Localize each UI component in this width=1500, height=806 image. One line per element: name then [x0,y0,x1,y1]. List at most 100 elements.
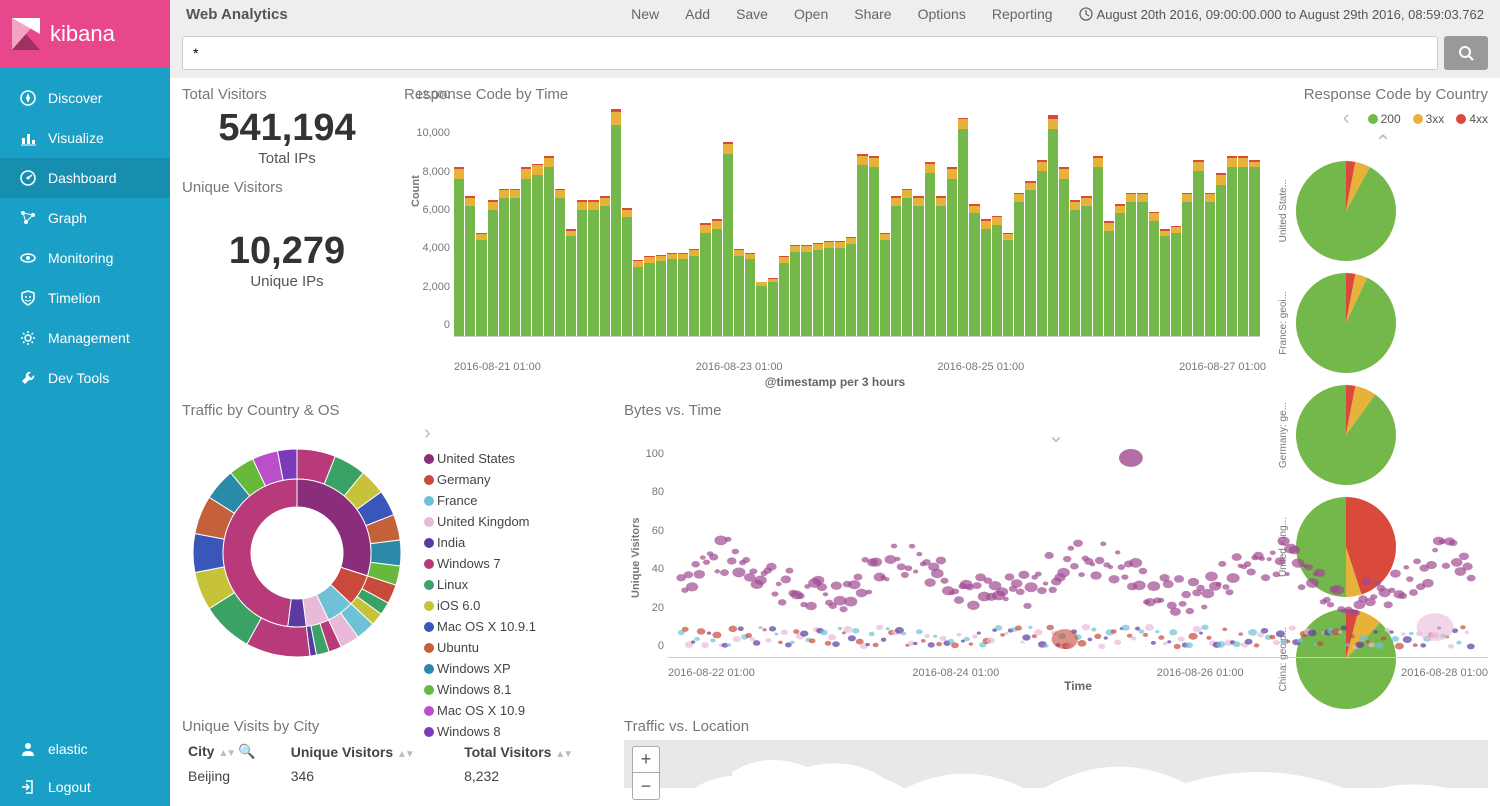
unique-visitors-title: Unique Visitors [182,179,392,196]
search-input[interactable] [182,36,1438,70]
pie-row[interactable]: France: geoi... [1278,267,1488,379]
logout-icon [20,779,48,795]
header-reporting-link[interactable]: Reporting [992,6,1053,22]
sidebar-item-discover[interactable]: Discover [0,78,170,118]
sidebar-item-label: Management [48,330,130,346]
dashboard-title: Web Analytics [186,6,288,23]
visits-table-title: Unique Visits by City [182,718,612,735]
sidebar-item-graph[interactable]: Graph [0,198,170,238]
chevron-down-icon[interactable]: ⌄ [624,423,1488,448]
zoom-in-button[interactable]: + [633,747,659,773]
map-title: Traffic vs. Location [624,718,1488,735]
shield-icon [20,290,48,306]
eye-icon [20,250,48,266]
sidebar-item-label: Dashboard [48,170,117,186]
traffic-title: Traffic by Country & OS [182,402,612,419]
map-zoom: + − [632,746,660,800]
sidebar-item-dev-tools[interactable]: Dev Tools [0,358,170,398]
kibana-logo-icon [12,18,40,50]
response-by-time-title: Response Code by Time [404,86,1266,103]
donut-chart[interactable] [182,423,412,673]
brand-name: kibana [50,21,115,47]
sidebar-item-management[interactable]: Management [0,318,170,358]
gauge-icon [20,170,48,186]
sidebar-item-visualize[interactable]: Visualize [0,118,170,158]
traffic-legend: › United StatesGermanyFranceUnited Kingd… [424,423,536,742]
header-nav: New Add Save Open Share Options Reporting Augus… [631,6,1484,22]
sidebar: kibana Discover Visualize Dashboard Graph Mo… [0,0,170,806]
legend-item[interactable]: Windows 8.1 [424,679,536,700]
sort-icon: ▲▼ [218,748,234,759]
legend-item[interactable]: Mac OS X 10.9.1 [424,616,536,637]
legend-item[interactable]: Windows 7 [424,553,536,574]
bar-icon [20,130,48,146]
legend-item[interactable]: Linux [424,574,536,595]
legend-item[interactable]: France [424,490,536,511]
sidebar-item-elastic[interactable]: elastic [0,730,170,768]
map-canvas[interactable] [624,740,1488,788]
visits-table: City ▲▼ 🔍 Unique Visitors ▲▼ Total Visit… [182,739,612,788]
bar-xlabel: @timestamp per 3 hours [404,375,1266,389]
scatter-chart[interactable] [668,448,1488,658]
clock-icon [1079,7,1093,21]
sidebar-item-timelion[interactable]: Timelion [0,278,170,318]
zoom-out-button[interactable]: − [633,773,659,799]
response-by-country-title: Response Code by Country [1278,86,1488,103]
sidebar-item-label: Timelion [48,290,100,306]
brand-logo[interactable]: kibana [0,0,170,68]
sidebar-item-label: Logout [48,779,91,795]
user-icon [20,741,48,757]
search-button[interactable] [1444,36,1488,70]
sidebar-item-label: elastic [48,741,88,757]
sidebar-item-monitoring[interactable]: Monitoring [0,238,170,278]
legend-item[interactable]: Germany [424,469,536,490]
sidebar-item-label: Monitoring [48,250,113,266]
header-save-link[interactable]: Save [736,6,768,22]
pie-row[interactable]: United State... [1278,155,1488,267]
sort-icon: ▲▼ [555,749,571,760]
sidebar-item-logout[interactable]: Logout [0,768,170,806]
bytes-xlabel: Time [668,679,1488,693]
gear-icon [20,330,48,346]
sort-icon: ▲▼ [397,749,413,760]
chevron-up-icon[interactable]: ⌃ [1278,130,1488,155]
date-range-picker[interactable]: August 20th 2016, 09:00:00.000 to August… [1079,7,1484,22]
chevron-right-icon[interactable]: › [424,423,536,444]
chevron-left-icon[interactable]: ‹ [1343,107,1350,130]
map-panel: Traffic vs. Location + − [624,718,1488,788]
legend-item[interactable]: Windows XP [424,658,536,679]
table-row[interactable]: Beijing3468,232 [182,764,612,788]
sidebar-item-label: Discover [48,90,102,106]
legend-item[interactable]: United States [424,448,536,469]
traffic-panel: Traffic by Country & OS › United StatesG… [182,402,612,712]
unique-visitors-sub: Unique IPs [182,273,392,290]
legend-item[interactable]: Ubuntu [424,637,536,658]
sidebar-item-label: Graph [48,210,87,226]
legend-item[interactable]: United Kingdom [424,511,536,532]
bytes-panel: Bytes vs. Time ⌄ Unique Visitors 0204060… [624,402,1488,712]
header-add-link[interactable]: Add [685,6,710,22]
search-icon[interactable]: 🔍 [238,743,255,759]
compass-icon [20,90,48,106]
visits-table-panel: Unique Visits by City City ▲▼ 🔍 Unique V… [182,718,612,788]
bar-chart[interactable] [454,107,1260,337]
sidebar-footer: elastic Logout [0,730,170,806]
col-tv[interactable]: Total Visitors ▲▼ [458,739,612,764]
col-city[interactable]: City ▲▼ 🔍 [182,739,285,764]
unique-visitors-value: 10,279 [182,230,392,273]
response-by-time-panel: Response Code by Time Count 02,0004,0006… [404,86,1266,396]
col-uv[interactable]: Unique Visitors ▲▼ [285,739,458,764]
total-visitors-value: 541,194 [182,107,392,150]
header: Web Analytics New Add Save Open Share Options… [170,0,1500,28]
header-new-link[interactable]: New [631,6,659,22]
legend-item[interactable]: iOS 6.0 [424,595,536,616]
sidebar-item-dashboard[interactable]: Dashboard [0,158,170,198]
metrics-panel: Total Visitors 541,194 Total IPs Unique … [182,86,392,396]
wrench-icon [20,370,48,386]
header-open-link[interactable]: Open [794,6,828,22]
header-options-link[interactable]: Options [918,6,966,22]
search-bar [170,28,1500,78]
legend-item[interactable]: India [424,532,536,553]
sidebar-item-label: Visualize [48,130,104,146]
header-share-link[interactable]: Share [854,6,891,22]
